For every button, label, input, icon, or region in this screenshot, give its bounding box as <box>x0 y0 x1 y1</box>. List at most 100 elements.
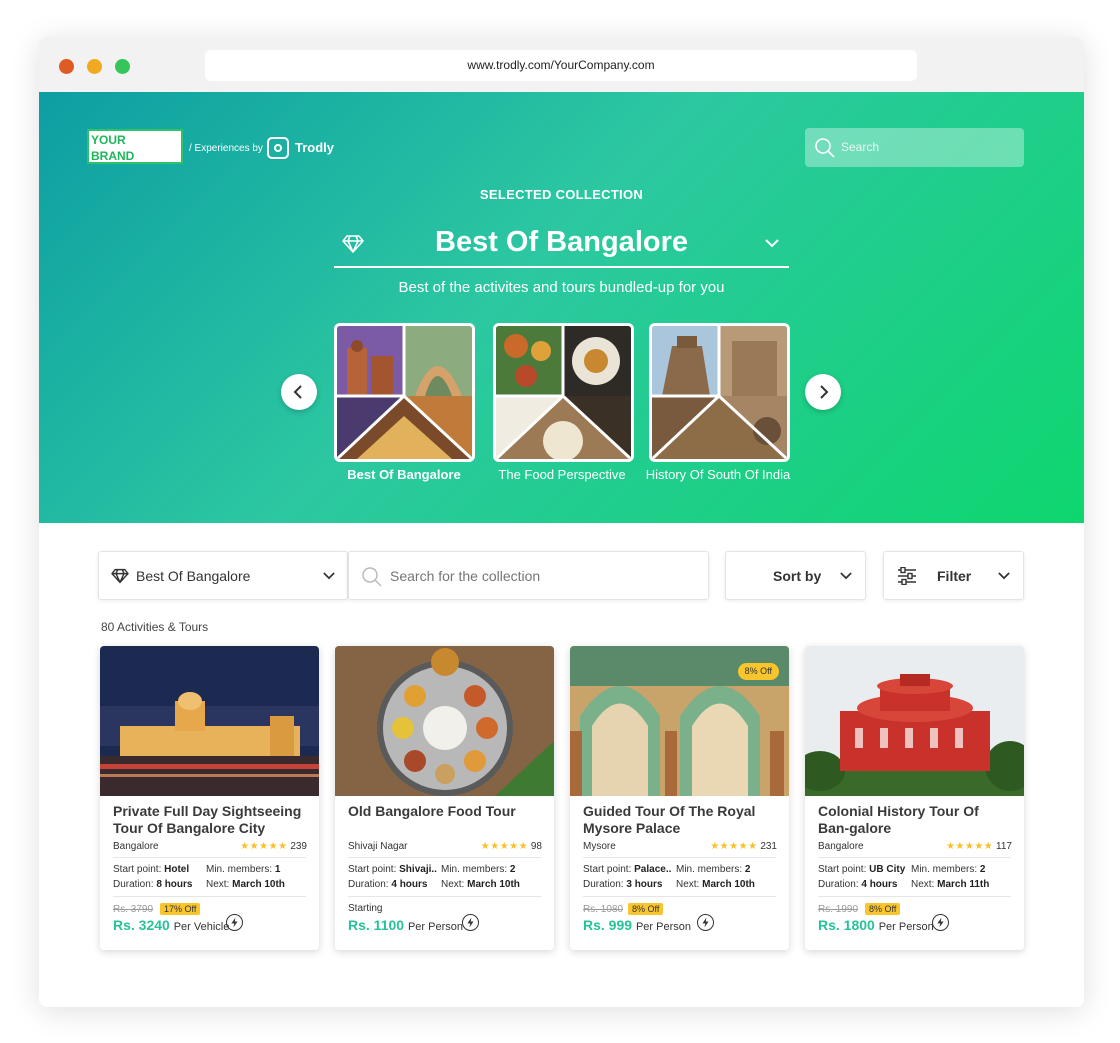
original-price: Rs. 3790 <box>113 904 154 915</box>
collection-selector[interactable]: Best Of Bangalore <box>334 222 789 268</box>
review-count: 117 <box>996 841 1012 852</box>
close-window-button[interactable] <box>59 59 74 74</box>
experiences-by-label: / Experiences by <box>189 143 263 154</box>
hero-banner: YOUR BRAND / Experiences by Trodly SELEC… <box>39 92 1084 523</box>
collection-label-history[interactable]: History Of South Of India <box>643 467 793 483</box>
next-date: Next: March 11th <box>911 879 990 890</box>
vidhana-soudha-night-image <box>100 646 319 796</box>
original-price: Rs. 1080 <box>583 904 624 915</box>
card-title[interactable]: Colonial History Tour Of Ban-galore <box>818 803 1013 837</box>
start-point: Start point: Palace.. <box>583 864 672 875</box>
divider <box>818 857 1011 858</box>
original-price: Rs. 1990 <box>818 904 859 915</box>
card-price: Rs. 1100 Per Person <box>348 917 463 933</box>
card-title[interactable]: Old Bangalore Food Tour <box>348 803 543 820</box>
card-title[interactable]: Guided Tour Of The Royal Mysore Palace <box>583 803 778 837</box>
duration: Duration: 8 hours <box>113 879 193 890</box>
collection-dropdown[interactable]: Best Of Bangalore <box>98 551 348 600</box>
card-rating: ★★★★★ 231 <box>710 841 777 852</box>
diamond-icon <box>111 568 129 584</box>
temple-collage-image <box>652 326 787 459</box>
filter-label: Filter <box>937 568 972 584</box>
palace-collage-image <box>337 326 472 459</box>
card-price: Rs. 1800 Per Person <box>818 917 934 933</box>
discount-badge: 8% Off <box>865 903 901 915</box>
rating-stars-icon: ★★★★★ <box>945 841 994 852</box>
collection-label-food[interactable]: The Food Perspective <box>487 467 637 483</box>
carousel-next-button[interactable] <box>805 374 841 410</box>
brand-text: YOUR BRAND <box>91 133 135 163</box>
activity-card[interactable]: Old Bangalore Food Tour Shivaji Nagar ★★… <box>335 646 554 950</box>
start-point: Start point: Shivaji.. <box>348 864 437 875</box>
card-rating: ★★★★★ 239 <box>240 841 307 852</box>
divider <box>583 896 776 897</box>
min-members: Min. members: 2 <box>441 864 516 875</box>
activity-card[interactable]: 8% Off Guided Tour Of The Royal Mysore P… <box>570 646 789 950</box>
min-members: Min. members: 1 <box>206 864 281 875</box>
selected-collection-label: SELECTED COLLECTION <box>479 187 644 202</box>
sort-by-label: Sort by <box>773 568 822 584</box>
header-search-input[interactable] <box>841 138 1011 156</box>
review-count: 231 <box>760 841 777 852</box>
rating-stars-icon: ★★★★★ <box>710 841 758 852</box>
starting-label: Starting <box>348 903 383 914</box>
card-price: Rs. 999 Per Person <box>583 917 691 933</box>
next-date: Next: March 10th <box>206 879 285 890</box>
rating-stars-icon: ★★★★★ <box>480 841 529 852</box>
search-icon <box>815 138 835 158</box>
food-collage-image <box>496 326 631 459</box>
collection-subtitle: Best of the activites and tours bundled-… <box>398 279 725 296</box>
chevron-down-icon <box>998 572 1010 580</box>
review-count: 98 <box>530 841 542 852</box>
address-bar[interactable]: www.trodly.com/YourCompany.com <box>205 50 917 81</box>
card-location: Bangalore <box>818 841 864 852</box>
duration: Duration: 4 hours <box>348 879 428 890</box>
card-image: 8% Off <box>570 646 789 796</box>
browser-window: www.trodly.com/YourCompany.com YOUR BRAN… <box>39 37 1084 1007</box>
collection-label-bangalore[interactable]: Best Of Bangalore <box>329 467 479 483</box>
chevron-right-icon <box>820 385 829 399</box>
collection-search[interactable] <box>348 551 709 600</box>
card-image <box>805 646 1024 796</box>
card-price: Rs. 3240 Per Vehicle <box>113 917 230 933</box>
card-title[interactable]: Private Full Day Sightseeing Tour Of Ban… <box>113 803 308 837</box>
filter-dropdown[interactable]: Filter <box>883 551 1024 600</box>
divider <box>113 896 306 897</box>
next-date: Next: March 10th <box>441 879 520 890</box>
collection-dropdown-value: Best Of Bangalore <box>136 568 251 584</box>
chevron-down-icon <box>323 572 335 580</box>
collection-thumb-history[interactable] <box>649 323 790 462</box>
browser-titlebar: www.trodly.com/YourCompany.com <box>39 37 1084 92</box>
collection-thumb-bangalore[interactable] <box>334 323 475 462</box>
card-location: Mysore <box>583 841 616 852</box>
discount-badge: 17% Off <box>160 903 201 915</box>
card-location: Shivaji Nagar <box>348 841 408 852</box>
collection-thumb-food[interactable] <box>493 323 634 462</box>
results-count: 80 Activities & Tours <box>101 620 209 634</box>
minimize-window-button[interactable] <box>87 59 102 74</box>
next-date: Next: March 10th <box>676 879 755 890</box>
maximize-window-button[interactable] <box>115 59 130 74</box>
duration: Duration: 3 hours <box>583 879 663 890</box>
search-icon <box>362 567 382 587</box>
trodly-logo-text: Trodly <box>295 140 335 155</box>
chevron-down-icon <box>840 572 852 580</box>
activity-card[interactable]: Private Full Day Sightseeing Tour Of Ban… <box>100 646 319 950</box>
card-rating: ★★★★★ 98 <box>481 841 542 852</box>
start-point: Start point: Hotel <box>113 864 190 875</box>
carousel-prev-button[interactable] <box>281 374 317 410</box>
brand-logo[interactable]: YOUR BRAND <box>87 129 183 164</box>
header-search[interactable] <box>805 128 1024 167</box>
collection-search-input[interactable] <box>390 567 690 585</box>
divider <box>818 896 1011 897</box>
duration: Duration: 4 hours <box>818 879 898 890</box>
rating-stars-icon: ★★★★★ <box>240 841 288 852</box>
instant-booking-icon <box>932 914 949 931</box>
divider <box>348 857 541 858</box>
collection-title: Best Of Bangalore <box>435 226 688 258</box>
instant-booking-icon <box>226 914 243 931</box>
divider <box>348 896 541 897</box>
activity-card[interactable]: Colonial History Tour Of Ban-galore Bang… <box>805 646 1024 950</box>
image-discount-badge: 8% Off <box>737 663 779 680</box>
sort-by-dropdown[interactable]: Sort by <box>725 551 866 600</box>
